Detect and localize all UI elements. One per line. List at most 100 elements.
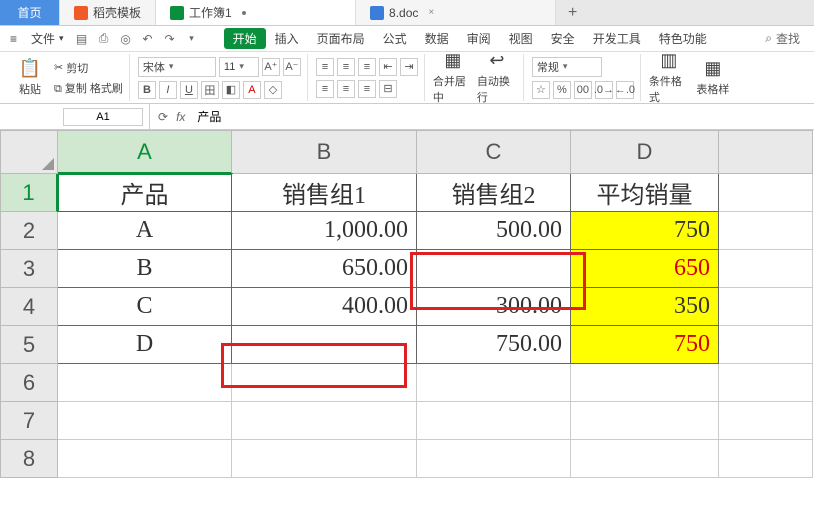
save-icon[interactable]: ▤ [74,31,90,47]
currency-icon[interactable]: ☆ [532,81,550,99]
cell-e5[interactable] [719,326,813,364]
cell-a4[interactable]: C [58,288,232,326]
cell-a3[interactable]: B [58,250,232,288]
ribbon-tab-insert[interactable]: 插入 [266,30,308,47]
cell-d4[interactable]: 350 [571,288,719,326]
ribbon-tab-formula[interactable]: 公式 [374,30,416,47]
cell-a2[interactable]: A [58,212,232,250]
preview-icon[interactable]: ◎ [118,31,134,47]
cell-c7[interactable] [417,402,571,440]
comma-icon[interactable]: 00 [574,81,592,99]
align-top-icon[interactable]: ≡ [316,58,334,76]
select-all-corner[interactable] [0,130,58,174]
cell-e1[interactable] [719,174,813,212]
col-header-a[interactable]: A [58,130,232,174]
cell-e6[interactable] [719,364,813,402]
cell-a7[interactable] [58,402,232,440]
cell-c1[interactable]: 销售组2 [417,174,571,212]
number-format-combo[interactable]: 常规 ▾ [532,57,602,77]
cut-button[interactable]: ✂ 剪切 [54,60,123,76]
formula-input[interactable] [193,108,814,126]
dec-decimal-icon[interactable]: ←.0 [616,81,634,99]
cell-e3[interactable] [719,250,813,288]
font-name-combo[interactable]: 宋体 ▾ [138,57,216,77]
cell-b5[interactable]: - [232,326,417,364]
row-header-1[interactable]: 1 [0,174,58,212]
cell-c4[interactable]: 300.00 [417,288,571,326]
row-header-2[interactable]: 2 [0,212,58,250]
decrease-font-icon[interactable]: A⁻ [283,58,301,76]
row-header-6[interactable]: 6 [0,364,58,402]
cell-a1[interactable]: 产品 [58,174,232,212]
print-icon[interactable]: ⎙ [96,31,112,47]
align-right-icon[interactable]: ≡ [358,80,376,98]
cell-d6[interactable] [571,364,719,402]
ribbon-tab-layout[interactable]: 页面布局 [308,30,374,47]
cell-c6[interactable] [417,364,571,402]
undo-icon[interactable]: ↶ [140,31,156,47]
qat-more-icon[interactable]: ▾ [184,31,200,47]
tab-home[interactable]: 首页 [0,0,60,25]
cell-c5[interactable]: 750.00 [417,326,571,364]
row-header-5[interactable]: 5 [0,326,58,364]
align-mid-icon[interactable]: ≡ [337,58,355,76]
cell-d5[interactable]: 750 [571,326,719,364]
cell-e2[interactable] [719,212,813,250]
row-header-4[interactable]: 4 [0,288,58,326]
ribbon-tab-review[interactable]: 审阅 [458,30,500,47]
cell-d1[interactable]: 平均销量 [571,174,719,212]
redo-icon[interactable]: ↷ [162,31,178,47]
wrap-button[interactable]: ↩ 自动换行 [477,52,517,104]
cell-e7[interactable] [719,402,813,440]
align-center-icon[interactable]: ≡ [337,80,355,98]
row-header-3[interactable]: 3 [0,250,58,288]
cell-e4[interactable] [719,288,813,326]
cell-a6[interactable] [58,364,232,402]
merge-button[interactable]: ▦ 合并居中 [433,52,473,104]
ribbon-tab-view[interactable]: 视图 [500,30,542,47]
cell-d3[interactable]: 650 [571,250,719,288]
cond-format-button[interactable]: ▥ 条件格式 [649,52,689,104]
fx-icon[interactable]: fx [176,110,185,124]
effects-button[interactable]: ◇ [264,81,282,99]
row-header-8[interactable]: 8 [0,440,58,478]
col-header-d[interactable]: D [571,130,719,174]
cell-d2[interactable]: 750 [571,212,719,250]
cell-b3[interactable]: 650.00 [232,250,417,288]
col-header-c[interactable]: C [417,130,571,174]
col-header-e[interactable] [719,130,813,174]
tab-docer[interactable]: 稻壳模板 [60,0,156,25]
increase-font-icon[interactable]: A⁺ [262,58,280,76]
merge-rows-icon[interactable]: ⊟ [379,80,397,98]
fill-color-button[interactable]: ◧ [222,81,240,99]
paste-button[interactable]: 📋 粘贴 [10,58,50,97]
file-menu[interactable]: 文件 ▾ [27,30,68,47]
bold-button[interactable]: B [138,81,156,99]
cell-e8[interactable] [719,440,813,478]
cell-b1[interactable]: 销售组1 [232,174,417,212]
cell-d7[interactable] [571,402,719,440]
font-color-button[interactable]: A [243,81,261,99]
cell-c3[interactable] [417,250,571,288]
cell-a5[interactable]: D [58,326,232,364]
col-header-b[interactable]: B [232,130,417,174]
newtab-button[interactable]: + [556,4,589,22]
align-left-icon[interactable]: ≡ [316,80,334,98]
fx-cancel-icon[interactable]: ⟳ [158,110,168,124]
indent-left-icon[interactable]: ⇤ [379,58,397,76]
ribbon-tab-security[interactable]: 安全 [542,30,584,47]
font-size-combo[interactable]: 11 ▾ [219,57,259,77]
tab-workbook[interactable]: 工作簿1 [156,0,356,25]
ribbon-tab-data[interactable]: 数据 [416,30,458,47]
borders-button[interactable]: 田 [201,81,219,99]
name-box[interactable] [63,108,143,126]
tab-doc[interactable]: 8.doc × [356,0,556,25]
ribbon-tab-special[interactable]: 特色功能 [650,30,716,47]
ribbon-tab-start[interactable]: 开始 [224,28,266,49]
table-style-button[interactable]: ▦ 表格样 [693,58,733,97]
cell-d8[interactable] [571,440,719,478]
cell-b6[interactable] [232,364,417,402]
cell-c8[interactable] [417,440,571,478]
ribbon-tab-dev[interactable]: 开发工具 [584,30,650,47]
search-button[interactable]: ⌕ 查找 [757,30,808,47]
